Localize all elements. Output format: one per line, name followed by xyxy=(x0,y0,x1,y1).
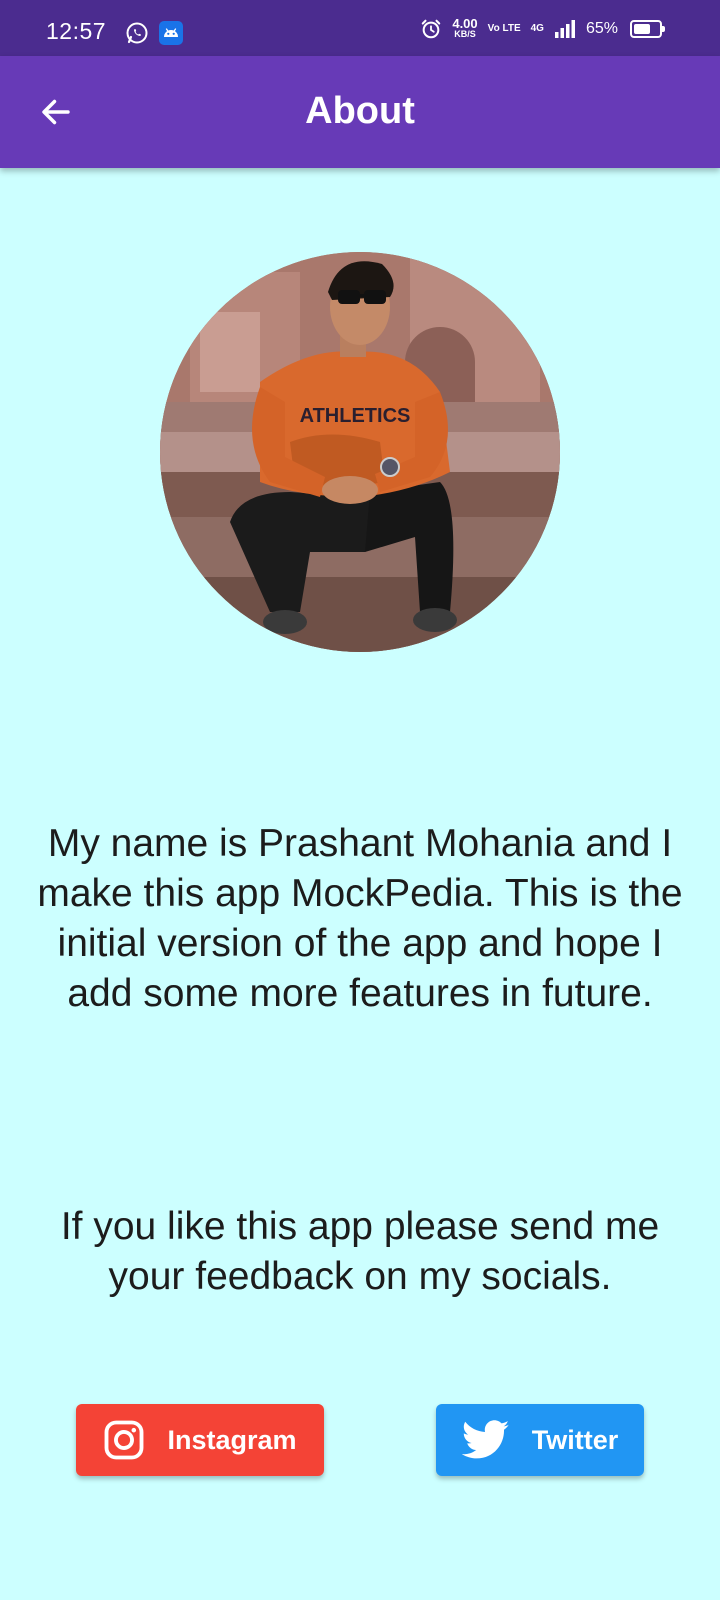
volte-indicator: Vo LTE xyxy=(487,23,521,34)
profile-photo-illustration: ATHLETICS xyxy=(160,252,560,652)
svg-text:ATHLETICS: ATHLETICS xyxy=(300,405,411,427)
feedback-paragraph: If you like this app please send me your… xyxy=(60,1205,660,1298)
battery-icon xyxy=(630,20,665,38)
signal-icon xyxy=(554,20,575,38)
whatsapp-icon xyxy=(126,22,148,44)
alarm-icon xyxy=(422,19,441,39)
network-speed: 4.00 KB/S xyxy=(452,16,478,39)
app-bar: About xyxy=(0,56,720,168)
twitter-button[interactable]: Twitter xyxy=(436,1404,644,1476)
system-icons: 4.00 KB/S Vo LTE 4G 65% xyxy=(420,16,665,40)
notification-icons xyxy=(125,21,183,45)
battery-fill xyxy=(634,24,650,34)
status-time: 12:57 xyxy=(46,18,107,44)
status-bar: 12:57 4.00 KB/S Vo LTE 4G 65% xyxy=(0,0,720,56)
bio-paragraph: My name is Prashant Mohania and I make t… xyxy=(37,822,683,1015)
twitter-label: Twitter xyxy=(531,1424,619,1455)
twitter-icon xyxy=(461,1420,509,1459)
instagram-icon xyxy=(105,1420,144,1460)
battery-percent: 65% xyxy=(585,20,618,37)
network-type: 4G xyxy=(530,23,544,34)
profile-photo: ATHLETICS xyxy=(160,252,560,652)
page-title: About xyxy=(305,90,415,132)
instagram-button[interactable]: Instagram xyxy=(76,1404,324,1476)
instagram-label: Instagram xyxy=(167,1424,297,1455)
android-app-icon xyxy=(159,21,183,45)
